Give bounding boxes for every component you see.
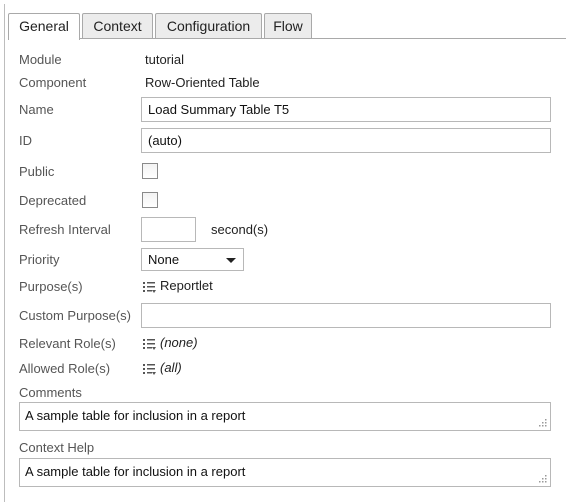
tab-general[interactable]: General	[8, 13, 80, 40]
name-input[interactable]: Load Summary Table T5	[141, 97, 551, 122]
resize-grip-icon[interactable]	[539, 419, 547, 427]
component-label: Component	[19, 75, 87, 90]
refresh-interval-label: Refresh Interval	[19, 222, 111, 237]
deprecated-label: Deprecated	[19, 193, 87, 208]
refresh-unit-label: second(s)	[211, 222, 269, 237]
list-icon	[143, 281, 156, 293]
comments-text: A sample table for inclusion in a report	[25, 408, 246, 423]
allowed-roles-label: Allowed Role(s)	[19, 361, 111, 376]
relevant-roles-value: (none)	[160, 335, 198, 350]
purposes-label: Purpose(s)	[19, 279, 83, 294]
tab-context[interactable]: Context	[82, 13, 153, 39]
public-label: Public	[19, 164, 55, 179]
refresh-interval-input[interactable]	[141, 217, 196, 242]
purposes-value: Reportlet	[160, 278, 213, 293]
context-help-text: A sample table for inclusion in a report	[25, 464, 246, 479]
deprecated-checkbox[interactable]	[142, 192, 158, 208]
custom-purposes-label: Custom Purpose(s)	[19, 308, 131, 323]
list-icon	[143, 338, 156, 350]
component-value: Row-Oriented Table	[145, 75, 260, 90]
relevant-roles-selector[interactable]: (none)	[143, 335, 198, 350]
tab-baseline	[8, 38, 566, 39]
list-icon	[143, 363, 156, 375]
tab-bar: General Context Configuration Flow	[8, 13, 566, 40]
relevant-roles-label: Relevant Role(s)	[19, 336, 116, 351]
comments-textarea[interactable]: A sample table for inclusion in a report	[19, 402, 551, 431]
purposes-selector[interactable]: Reportlet	[143, 278, 213, 293]
resize-grip-icon[interactable]	[539, 475, 547, 483]
tab-configuration[interactable]: Configuration	[155, 13, 262, 39]
id-input[interactable]: (auto)	[141, 128, 551, 153]
priority-select[interactable]: None	[141, 248, 244, 271]
id-label: ID	[19, 133, 32, 148]
allowed-roles-value: (all)	[160, 360, 182, 375]
name-label: Name	[19, 102, 54, 117]
tab-flow[interactable]: Flow	[264, 13, 312, 39]
context-help-label: Context Help	[19, 440, 95, 455]
comments-label: Comments	[19, 385, 82, 400]
public-checkbox[interactable]	[142, 163, 158, 179]
allowed-roles-selector[interactable]: (all)	[143, 360, 182, 375]
priority-selected-value: None	[148, 252, 180, 267]
chevron-down-icon	[226, 258, 236, 263]
custom-purposes-input[interactable]	[141, 303, 551, 328]
priority-label: Priority	[19, 252, 60, 267]
context-help-textarea[interactable]: A sample table for inclusion in a report	[19, 458, 551, 487]
module-value: tutorial	[145, 52, 185, 67]
module-label: Module	[19, 52, 62, 67]
